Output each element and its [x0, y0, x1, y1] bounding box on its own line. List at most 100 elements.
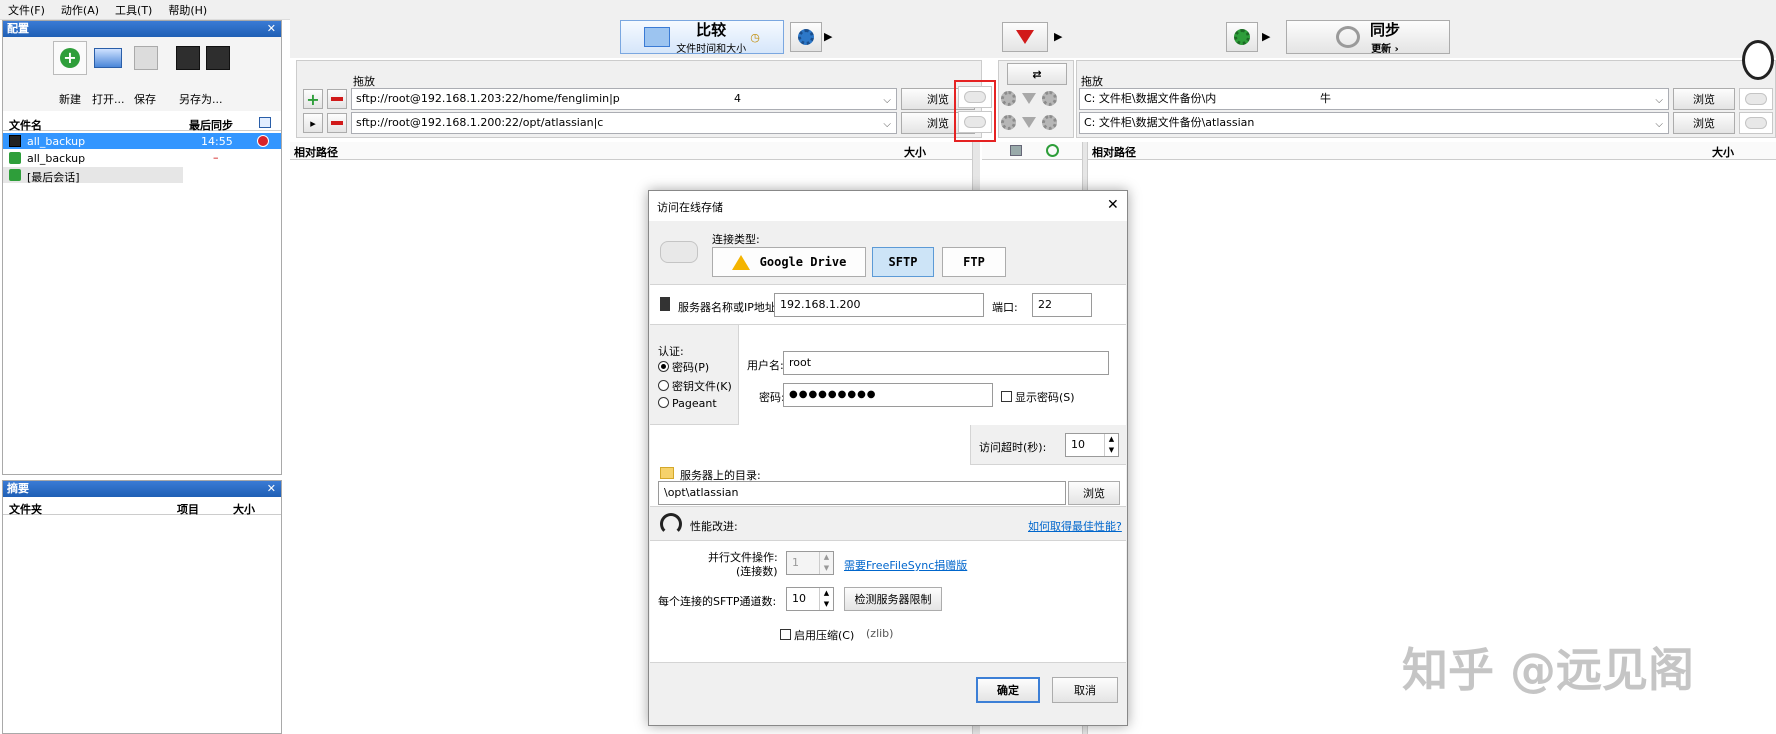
- auth-pageant-radio[interactable]: Pageant: [658, 397, 717, 410]
- sync-icon: [1335, 26, 1360, 48]
- pair-settings-row-2: [1001, 115, 1057, 130]
- category-icon[interactable]: [1010, 145, 1022, 156]
- show-password-checkbox[interactable]: 显示密码(S): [1001, 389, 1075, 405]
- saveas-config-button[interactable]: [167, 41, 239, 75]
- server-input[interactable]: 192.168.1.200: [774, 293, 984, 317]
- radio-icon: [658, 380, 669, 391]
- menu-action[interactable]: 动作(A): [61, 2, 99, 18]
- spinner-icon[interactable]: ▲ ▼: [1104, 434, 1118, 456]
- donation-link[interactable]: 需要FreeFileSync捐赠版: [844, 557, 967, 573]
- sync-button[interactable]: 同步 更新 ›: [1286, 20, 1450, 55]
- directory-browse-button[interactable]: 浏览: [1068, 481, 1120, 505]
- saveas-sync-icon: [176, 46, 200, 70]
- saveas-label: 另存为...: [179, 93, 223, 106]
- password-input[interactable]: ●●●●●●●●●: [783, 383, 993, 407]
- gear-icon[interactable]: [1001, 91, 1016, 106]
- menu-help[interactable]: 帮助(H): [168, 2, 207, 18]
- ftp-button[interactable]: FTP: [942, 247, 1006, 277]
- save-config-button[interactable]: [129, 41, 163, 75]
- open-config-button[interactable]: [91, 41, 125, 75]
- remove-folder-pair-button[interactable]: [327, 89, 347, 109]
- left-path-input-2[interactable]: sftp://root@192.168.1.200:22/opt/atlassi…: [351, 112, 897, 134]
- open-label: 打开...: [92, 93, 125, 106]
- right-browse-button-2[interactable]: 浏览: [1673, 112, 1735, 134]
- compare-settings-button[interactable]: [790, 22, 822, 52]
- config-toolbar: + 新建 打开... 保存 另存为...: [3, 37, 281, 111]
- right-cloud-button-2[interactable]: [1739, 112, 1773, 134]
- folder-icon: [660, 467, 674, 479]
- save-icon: [134, 46, 158, 70]
- sync-action-icon[interactable]: [1046, 144, 1059, 157]
- new-icon: +: [60, 48, 80, 68]
- left-path-input-1[interactable]: sftp://root@192.168.1.203:22/home/fengli…: [351, 88, 897, 110]
- sync-dropdown-arrow[interactable]: ▶: [1262, 30, 1270, 43]
- perf-link[interactable]: 如何取得最佳性能?: [1028, 518, 1122, 534]
- gear-icon[interactable]: [1001, 115, 1016, 130]
- gear-icon[interactable]: [1042, 91, 1057, 106]
- conn-type-section: 连接类型: Google Drive SFTP FTP: [650, 221, 1126, 285]
- remove-folder-pair-button-2[interactable]: [327, 113, 347, 133]
- add-folder-pair-button[interactable]: +: [303, 89, 323, 109]
- compare-dropdown-arrow[interactable]: ▶: [824, 30, 832, 43]
- port-label: 端口:: [992, 301, 1018, 314]
- filter-icon[interactable]: [1022, 93, 1036, 104]
- column-options-icon[interactable]: [259, 117, 271, 128]
- timeout-input[interactable]: 10 ▲ ▼: [1065, 433, 1119, 457]
- close-icon[interactable]: ✕: [267, 481, 276, 497]
- compare-label: 比较: [696, 21, 727, 39]
- swap-arrow-button[interactable]: ▸: [303, 113, 323, 133]
- filter-button[interactable]: [1002, 22, 1048, 52]
- left-grid-header: 相对路径 大小: [290, 142, 974, 160]
- google-drive-icon: [731, 254, 750, 270]
- checkbox-icon: [1001, 391, 1012, 402]
- gear-icon[interactable]: [1042, 115, 1057, 130]
- right-path-input-1[interactable]: C: 文件柜\数据文件备份\内牛 ⌵: [1079, 88, 1669, 110]
- compression-checkbox[interactable]: 启用压缩(C): [780, 627, 854, 643]
- username-input[interactable]: root: [783, 351, 1109, 375]
- list-item[interactable]: all_backup 14:55: [3, 133, 281, 149]
- parallel-ops-input[interactable]: 1 ▲ ▼: [786, 551, 834, 575]
- right-cloud-button-1[interactable]: [1739, 88, 1773, 110]
- password-label: 密码:: [759, 391, 785, 404]
- swap-sides-button[interactable]: ⇄: [1007, 63, 1067, 85]
- channels-input[interactable]: 10 ▲ ▼: [786, 587, 834, 611]
- new-config-button[interactable]: +: [53, 41, 87, 75]
- config-panel-title: 配置 ✕: [3, 21, 281, 37]
- ok-button[interactable]: 确定: [976, 677, 1040, 703]
- filter-dropdown-arrow[interactable]: ▶: [1054, 30, 1062, 43]
- chevron-down-icon: ⌵: [1655, 95, 1663, 106]
- sync-settings-button[interactable]: [1226, 22, 1258, 52]
- right-browse-button-1[interactable]: 浏览: [1673, 88, 1735, 110]
- spinner-icon[interactable]: ▲ ▼: [819, 588, 833, 610]
- middle-strip: ⇄: [998, 60, 1074, 138]
- user-label: 用户名:: [747, 359, 784, 372]
- server-icon: [660, 297, 670, 311]
- list-item[interactable]: [最后会话]: [3, 167, 183, 184]
- port-input[interactable]: 22: [1032, 293, 1092, 317]
- filter-icon[interactable]: [1022, 117, 1036, 128]
- cancel-button[interactable]: 取消: [1052, 677, 1118, 703]
- menu-file[interactable]: 文件(F): [8, 2, 45, 18]
- performance-section: 性能改进: 如何取得最佳性能?: [650, 507, 1126, 541]
- sftp-button[interactable]: SFTP: [872, 247, 934, 277]
- close-icon[interactable]: ✕: [267, 21, 276, 37]
- compare-button[interactable]: 比较 文件时间和大小 ◷: [620, 20, 784, 55]
- auth-keyfile-radio[interactable]: 密钥文件(K): [658, 378, 732, 394]
- google-drive-button[interactable]: Google Drive: [712, 247, 866, 277]
- timeout-label: 访问超时(秒):: [979, 441, 1047, 454]
- gear-icon: [798, 29, 814, 45]
- spinner-icon[interactable]: ▲ ▼: [819, 552, 833, 574]
- right-drop-label: 拖放: [1081, 75, 1103, 88]
- directory-input[interactable]: \opt\atlassian: [658, 481, 1066, 505]
- pair-settings-row-1: [1001, 91, 1057, 106]
- app-logo: [1742, 40, 1774, 80]
- right-path-input-2[interactable]: C: 文件柜\数据文件备份\atlassian ⌵: [1079, 112, 1669, 134]
- detect-limits-button[interactable]: 检测服务器限制: [844, 587, 942, 611]
- auth-section: 认证: 密码(P) 密钥文件(K) Pageant 用户名: root 密码: …: [650, 325, 1126, 425]
- close-icon[interactable]: ✕: [1107, 197, 1119, 213]
- auth-password-radio[interactable]: 密码(P): [658, 359, 709, 375]
- cloud-icon: [1745, 117, 1767, 129]
- menu-tools[interactable]: 工具(T): [115, 2, 152, 18]
- list-item[interactable]: all_backup –: [3, 150, 281, 166]
- radio-icon: [658, 397, 669, 408]
